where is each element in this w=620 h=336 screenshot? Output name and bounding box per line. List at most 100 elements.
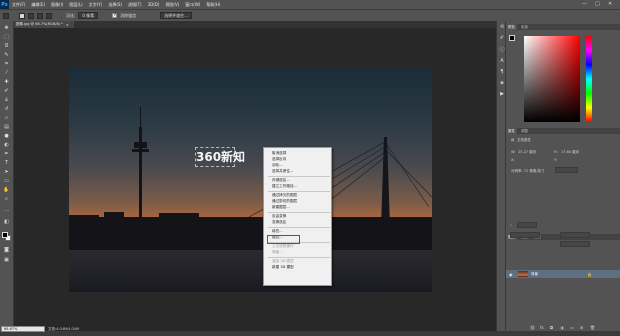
context-menu-item[interactable]: 建立工作路径...: [264, 184, 333, 189]
shoreline: [69, 217, 432, 251]
styles-panel-icon[interactable]: ◈: [499, 80, 505, 86]
context-menu-item[interactable]: 选择反向: [264, 157, 333, 162]
new-layer-icon[interactable]: ⊞: [580, 325, 583, 330]
feather-input[interactable]: 0 像素: [78, 12, 99, 19]
menu-select[interactable]: 选择(S): [105, 2, 125, 8]
tab-properties[interactable]: 属性: [506, 128, 517, 134]
menu-image[interactable]: 图像(I): [48, 2, 66, 8]
close-tab-icon[interactable]: ×: [66, 23, 69, 27]
foreground-color-swatch[interactable]: [2, 232, 8, 238]
brush-panel-icon[interactable]: ✐: [499, 35, 505, 41]
subtract-selection-button[interactable]: [37, 12, 43, 19]
hand-tool-icon[interactable]: ✋: [3, 187, 10, 193]
quick-mask-icon[interactable]: ◙: [3, 247, 10, 253]
healing-brush-tool-icon[interactable]: ✚: [3, 79, 10, 85]
fill-field[interactable]: [560, 241, 590, 247]
tools-panel: ✥ ⬚ ᘓ ✎ ⌗ ⁄ ✚ ✐ ♙ ↺ ▱ ▤ ● ◐ ✒ T ➤ ▭ ✋ ⌕ …: [0, 21, 14, 331]
quick-select-tool-icon[interactable]: ✎: [3, 52, 10, 58]
move-tool-icon[interactable]: ✥: [3, 25, 10, 31]
opacity-field[interactable]: [560, 232, 590, 238]
pen-tool-icon[interactable]: ✒: [3, 151, 10, 157]
menu-file[interactable]: 文件(F): [9, 2, 28, 8]
menu-type[interactable]: 文字(Y): [86, 2, 106, 8]
context-menu-item[interactable]: 通过拷贝的图层: [264, 193, 333, 198]
history-brush-tool-icon[interactable]: ↺: [3, 106, 10, 112]
lasso-tool-icon[interactable]: ᘓ: [3, 43, 10, 49]
context-menu-item[interactable]: 通过剪切的图层: [264, 199, 333, 204]
panel-foreground-color[interactable]: [509, 35, 515, 41]
layer-style-icon[interactable]: fx: [540, 325, 544, 330]
context-menu-item[interactable]: 变换选区: [264, 220, 333, 225]
new-selection-button[interactable]: [19, 12, 25, 19]
width-value[interactable]: 25.27 厘米: [518, 150, 536, 155]
menu-layer[interactable]: 图层(L): [66, 2, 85, 8]
layer-filter-dropdown[interactable]: [517, 222, 537, 228]
menu-help[interactable]: 帮助(H): [203, 2, 223, 8]
shape-tool-icon[interactable]: ▭: [3, 178, 10, 184]
history-panel-icon[interactable]: ⟲: [499, 24, 505, 30]
paragraph-panel-icon[interactable]: ¶: [499, 69, 505, 75]
context-menu-item[interactable]: 羽化...: [264, 163, 333, 168]
eraser-tool-icon[interactable]: ▱: [3, 115, 10, 121]
intersect-selection-button[interactable]: [46, 12, 52, 19]
river: [69, 250, 432, 292]
tab-color[interactable]: 颜色: [506, 24, 517, 30]
context-menu-item[interactable]: 新建图层...: [264, 205, 333, 210]
minimize-button[interactable]: —: [582, 1, 587, 7]
select-and-mask-button[interactable]: 选择并遮住...: [160, 12, 193, 19]
layer-mask-icon[interactable]: ◘: [550, 325, 553, 330]
context-menu-item[interactable]: 自由变换: [264, 214, 333, 219]
group-icon[interactable]: ▭: [570, 325, 574, 330]
gradient-tool-icon[interactable]: ▤: [3, 124, 10, 130]
layer-filter-icon[interactable]: ⌕: [510, 223, 512, 227]
menu-window[interactable]: 窗口(W): [182, 2, 203, 8]
menu-view[interactable]: 视图(V): [162, 2, 182, 8]
visibility-eye-icon[interactable]: ◉: [509, 272, 513, 277]
context-menu-item[interactable]: 存储选区...: [264, 178, 333, 183]
color-picker-field[interactable]: [524, 36, 580, 122]
context-menu-item[interactable]: 选择并遮住...: [264, 169, 333, 174]
hue-slider[interactable]: [586, 36, 592, 122]
marquee-tool-icon[interactable]: ⬚: [3, 34, 10, 40]
antialias-checkbox[interactable]: [112, 12, 117, 18]
link-layers-icon[interactable]: ⛓: [530, 325, 535, 330]
context-menu-item[interactable]: 新建 3D 模型: [264, 265, 333, 270]
screen-mode-icon[interactable]: ▣: [3, 257, 10, 263]
more-tools-icon[interactable]: …: [3, 207, 10, 213]
resolution-dropdown[interactable]: [555, 167, 578, 173]
tab-swatches[interactable]: 色板: [519, 24, 530, 30]
add-selection-button[interactable]: [28, 12, 34, 19]
context-menu-item[interactable]: 填充...: [264, 229, 333, 234]
document-tab[interactable]: 图像.jpg @ 66.7%(RGB/8) * ×: [14, 21, 74, 28]
blend-mode-dropdown[interactable]: [510, 232, 540, 238]
zoom-tool-icon[interactable]: ⌕: [3, 196, 10, 202]
zoom-field[interactable]: 66.67%: [1, 326, 45, 332]
clone-stamp-tool-icon[interactable]: ♙: [3, 97, 10, 103]
path-select-tool-icon[interactable]: ➤: [3, 169, 10, 175]
type-tool-icon[interactable]: T: [3, 160, 10, 166]
adjustment-layer-icon[interactable]: ◑: [560, 325, 564, 330]
actions-panel-icon[interactable]: ▶: [499, 91, 505, 97]
character-panel-icon[interactable]: A: [499, 58, 505, 64]
close-button[interactable]: ✕: [608, 1, 612, 7]
menu-filter[interactable]: 滤镜(T): [125, 2, 145, 8]
dodge-tool-icon[interactable]: ◐: [3, 142, 10, 148]
maximize-button[interactable]: □: [595, 1, 600, 7]
brush-tool-icon[interactable]: ✐: [3, 88, 10, 94]
blur-tool-icon[interactable]: ●: [3, 133, 10, 139]
context-menu-item: 上次滤镜操作: [272, 244, 294, 248]
info-panel-icon[interactable]: ⓘ: [499, 47, 505, 53]
menu-edit[interactable]: 编辑(E): [28, 2, 48, 8]
context-menu-item[interactable]: 取消选择: [264, 151, 333, 156]
default-colors-icon[interactable]: ◧: [3, 219, 10, 225]
tool-preset-button[interactable]: [3, 12, 9, 19]
delete-layer-icon[interactable]: 🗑: [590, 325, 595, 330]
document-image[interactable]: [69, 67, 432, 292]
height-value[interactable]: 17.64 厘米: [561, 150, 579, 155]
menu-3d[interactable]: 3D(D): [145, 2, 163, 7]
layer-name[interactable]: 背景: [531, 272, 538, 277]
tab-adjustments[interactable]: 调整: [519, 128, 530, 134]
eyedropper-tool-icon[interactable]: ⁄: [3, 70, 10, 76]
text-selection[interactable]: 360新知: [195, 147, 245, 167]
crop-tool-icon[interactable]: ⌗: [3, 61, 10, 67]
